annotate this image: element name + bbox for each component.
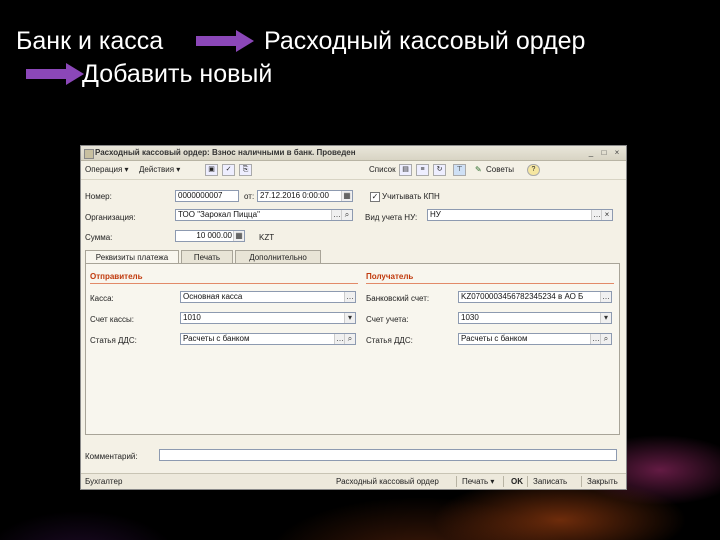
filter-icon[interactable]: ⊤ [453, 164, 466, 176]
ellipsis-icon[interactable]: … [344, 292, 355, 302]
clear-icon[interactable]: × [601, 210, 612, 220]
advice-button[interactable]: Советы [486, 165, 514, 174]
post-icon[interactable]: ✓ [222, 164, 235, 176]
sender-dds-field[interactable]: Расчеты с банком … ⌕ [180, 333, 356, 345]
tab-additional[interactable]: Дополнительно [235, 250, 321, 264]
slide-heading-order: Расходный кассовый ордер [264, 27, 586, 55]
status-bar: Бухгалтер Расходный кассовый ордер Печат… [81, 473, 626, 489]
minimize-button[interactable]: _ [586, 148, 596, 157]
cash-account-label: Счет кассы: [90, 315, 135, 324]
organization-label: Организация: [85, 213, 136, 222]
receiver-dds-label: Статья ДДС: [366, 336, 413, 345]
date-value: 27.12.2016 0:00:00 [260, 191, 329, 200]
document-window: Расходный кассовый ордер: Взнос наличным… [80, 145, 627, 490]
kpn-checkbox[interactable]: ✓ [370, 192, 380, 202]
cash-account-value: 1010 [183, 313, 201, 322]
divider [366, 283, 614, 284]
bank-account-value: KZ0700003456782345234 в АО Б [461, 292, 584, 301]
divider [90, 283, 358, 284]
nu-type-field[interactable]: НУ … × [427, 209, 613, 221]
organization-value: ТОО "Зарокал Пицца" [178, 210, 260, 219]
receiver-dds-field[interactable]: Расчеты с банком … ⌕ [458, 333, 612, 345]
search-icon[interactable]: ⌕ [600, 334, 611, 344]
refresh-icon[interactable]: ↻ [433, 164, 446, 176]
divider [503, 476, 504, 487]
right-arrow-icon [26, 63, 84, 85]
sender-dds-label: Статья ДДС: [90, 336, 137, 345]
bank-account-field[interactable]: KZ0700003456782345234 в АО Б … [458, 291, 612, 303]
accounting-account-label: Счет учета: [366, 315, 409, 324]
maximize-button[interactable]: □ [599, 148, 609, 157]
receiver-dds-value: Расчеты с банком [461, 334, 528, 343]
comment-label: Комментарий: [85, 452, 138, 461]
dropdown-arrow-icon[interactable]: ▾ [344, 313, 355, 323]
organization-field[interactable]: ТОО "Зарокал Пицца" … ⌕ [175, 209, 353, 221]
dropdown-arrow-icon[interactable]: ▾ [600, 313, 611, 323]
close-button[interactable]: Закрыть [587, 477, 618, 486]
sender-dds-value: Расчеты с банком [183, 334, 250, 343]
accountant-label: Бухгалтер [85, 477, 123, 486]
operation-menu[interactable]: Операция ▾ [85, 165, 129, 174]
date-field[interactable]: 27.12.2016 0:00:00 ▦ [257, 190, 353, 202]
sum-label: Сумма: [85, 233, 113, 242]
print-form-button[interactable]: Расходный кассовый ордер [336, 477, 439, 486]
payment-details-panel: Отправитель Касса: Основная касса … Счет… [85, 263, 620, 435]
doc-icon[interactable]: ▤ [399, 164, 412, 176]
search-icon[interactable]: ⌕ [341, 210, 352, 220]
number-field[interactable]: 0000000007 [175, 190, 239, 202]
kpn-label: Учитывать КПН [382, 192, 440, 201]
cash-value: Основная касса [183, 292, 243, 301]
slide-heading-add-new: Добавить новый [82, 60, 273, 88]
search-icon[interactable]: ⌕ [344, 334, 355, 344]
comment-field[interactable] [159, 449, 617, 461]
accounting-account-field[interactable]: 1030 ▾ [458, 312, 612, 324]
number-label: Номер: [85, 192, 112, 201]
structure-icon[interactable]: ≡ [416, 164, 429, 176]
sum-field[interactable]: 10 000.00 ▦ [175, 230, 245, 242]
nu-type-value: НУ [430, 210, 441, 219]
divider [527, 476, 528, 487]
window-title: Расходный кассовый ордер: Взнос наличным… [95, 148, 356, 157]
sender-title: Отправитель [90, 272, 143, 281]
actions-menu[interactable]: Действия ▾ [139, 165, 180, 174]
save-icon[interactable]: ▣ [205, 164, 218, 176]
divider [456, 476, 457, 487]
receiver-title: Получатель [366, 272, 414, 281]
calculator-icon[interactable]: ▦ [233, 231, 244, 241]
slide-heading-bank: Банк и касса [16, 27, 164, 55]
advice-icon: ✎ [475, 165, 482, 174]
accounting-account-value: 1030 [461, 313, 479, 322]
cash-field[interactable]: Основная касса … [180, 291, 356, 303]
cash-account-field[interactable]: 1010 ▾ [180, 312, 356, 324]
sum-value: 10 000.00 [196, 231, 232, 240]
list-button[interactable]: Список [369, 165, 396, 174]
date-from-label: от: [244, 192, 255, 201]
ellipsis-icon[interactable]: … [600, 292, 611, 302]
cash-label: Касса: [90, 294, 114, 303]
currency-label: KZT [259, 233, 275, 242]
print-menu-button[interactable]: Печать ▾ [462, 477, 494, 486]
right-arrow-icon [196, 30, 254, 52]
ok-button[interactable]: OK [511, 477, 523, 486]
help-icon[interactable]: ? [527, 164, 540, 176]
tab-print[interactable]: Печать [181, 250, 233, 264]
copy-icon[interactable]: ⎘ [239, 164, 252, 176]
close-window-button[interactable]: × [612, 148, 622, 157]
window-titlebar: Расходный кассовый ордер: Взнос наличным… [81, 146, 626, 161]
document-icon [84, 149, 94, 159]
nu-type-label: Вид учета НУ: [365, 213, 418, 222]
toolbar: Операция ▾ Действия ▾ ▣ ✓ ⎘ Список ▤ ≡ ↻… [81, 161, 626, 180]
divider [581, 476, 582, 487]
save-button[interactable]: Записать [533, 477, 567, 486]
bank-account-label: Банковский счет: [366, 294, 430, 303]
calendar-icon[interactable]: ▦ [341, 191, 352, 201]
